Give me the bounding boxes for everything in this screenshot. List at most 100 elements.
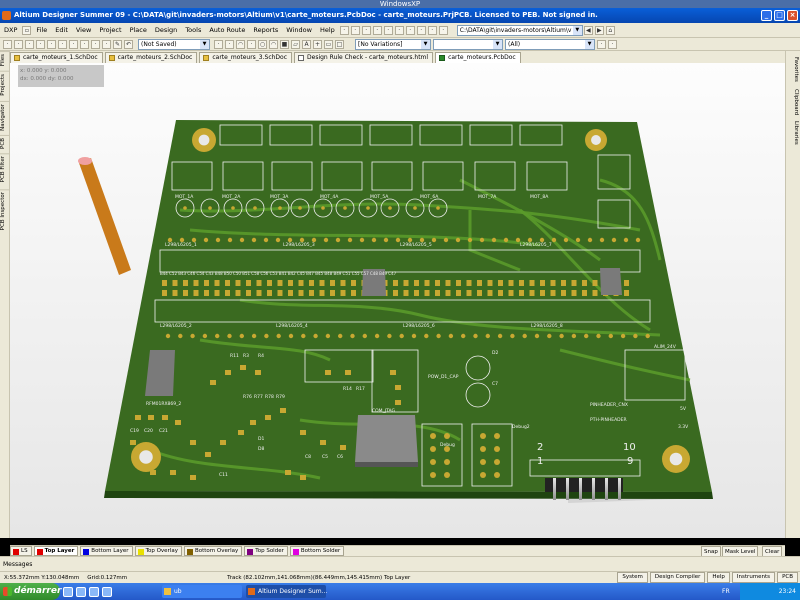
chevron-down-icon[interactable]: ▼: [585, 39, 594, 49]
panel-tab-libraries[interactable]: Libraries: [788, 119, 799, 147]
menu-reports[interactable]: Reports: [249, 23, 282, 38]
menu-tools[interactable]: Tools: [181, 23, 205, 38]
back-icon[interactable]: ◀: [583, 25, 593, 35]
status-pcb-button[interactable]: PCB: [777, 572, 798, 583]
doc-tab-drc[interactable]: Design Rule Check - carte_moteurs.html: [294, 52, 434, 63]
doc-tab-sch3[interactable]: carte_moteurs_3.SchDoc: [199, 52, 293, 63]
save-icon[interactable]: ·: [14, 39, 23, 49]
quicklaunch-desktop-icon[interactable]: [63, 586, 73, 597]
doc-tab-sch1[interactable]: carte_moteurs_1.SchDoc: [10, 52, 103, 63]
filter-combo-blank[interactable]: ▼: [433, 38, 503, 50]
pad-icon[interactable]: ·: [247, 39, 256, 49]
menu-help[interactable]: Help: [316, 23, 339, 38]
panel-tab-pcb-inspector[interactable]: PCB Inspector: [0, 189, 10, 233]
panel-tab-pcb[interactable]: PCB: [0, 135, 10, 151]
toolbar-button-icon[interactable]: ·: [394, 25, 404, 35]
arc-icon[interactable]: ◠: [236, 39, 245, 49]
status-design-compiler-button[interactable]: Design Compiler: [649, 572, 706, 583]
apply-filter-icon[interactable]: ·: [597, 39, 606, 49]
panel-tab-pcb-filter[interactable]: PCB Filter: [0, 153, 10, 185]
layer-tab-bottom-solder[interactable]: Bottom Solder: [289, 546, 345, 556]
menu-file[interactable]: File: [32, 23, 51, 38]
toolbar-button-icon[interactable]: ·: [416, 25, 426, 35]
chevron-down-icon[interactable]: ▼: [493, 39, 502, 49]
toolbar-button-icon[interactable]: ·: [350, 25, 360, 35]
menu-place[interactable]: Place: [126, 23, 151, 38]
messages-panel-tab[interactable]: Messages: [0, 556, 800, 571]
menu-edit[interactable]: Edit: [51, 23, 72, 38]
zoom-fit-icon[interactable]: ·: [47, 39, 56, 49]
quicklaunch-app-icon[interactable]: [102, 586, 112, 597]
home-icon[interactable]: ⌂: [605, 25, 615, 35]
layer-tab-ls[interactable]: LS: [10, 546, 32, 556]
layer-tab-top-overlay[interactable]: Top Overlay: [134, 546, 182, 556]
coordinate-icon[interactable]: +: [313, 39, 322, 49]
print-icon[interactable]: ·: [25, 39, 34, 49]
chevron-down-icon[interactable]: ▼: [572, 25, 582, 35]
toolbar-button-icon[interactable]: ·: [438, 25, 448, 35]
cut-icon[interactable]: ·: [58, 39, 67, 49]
copy-icon[interactable]: ·: [69, 39, 78, 49]
quicklaunch-app-icon[interactable]: [89, 586, 99, 597]
menu-dxp[interactable]: DXP: [0, 23, 21, 38]
fill-icon[interactable]: ■: [280, 39, 289, 49]
menu-auto-route[interactable]: Auto Route: [205, 23, 249, 38]
chevron-down-icon[interactable]: ▼: [421, 39, 430, 49]
layer-tab-bottom-overlay[interactable]: Bottom Overlay: [183, 546, 243, 556]
toolbar-button-icon[interactable]: ·: [361, 25, 371, 35]
route-icon[interactable]: ·: [214, 39, 223, 49]
toolbar-button-icon[interactable]: ·: [405, 25, 415, 35]
panel-tab-clipboard[interactable]: Clipboard: [788, 87, 799, 117]
task-altium[interactable]: Altium Designer Sum...: [246, 585, 327, 598]
panel-tab-navigator[interactable]: Navigator: [0, 101, 10, 133]
chevron-down-icon[interactable]: ▼: [200, 39, 209, 49]
menu-view[interactable]: View: [72, 23, 95, 38]
status-help-button[interactable]: Help: [707, 572, 730, 583]
saved-state-combo[interactable]: (Not Saved) ▼: [138, 38, 210, 50]
menu-design[interactable]: Design: [151, 23, 181, 38]
select-icon[interactable]: ·: [91, 39, 100, 49]
string-icon[interactable]: A: [302, 39, 311, 49]
menu-window[interactable]: Window: [282, 23, 316, 38]
arc-center-icon[interactable]: ◠: [269, 39, 278, 49]
polygon-icon[interactable]: ▱: [291, 39, 300, 49]
menu-project[interactable]: Project: [95, 23, 125, 38]
panel-tab-favorites[interactable]: Favorites: [788, 55, 799, 84]
paste-icon[interactable]: ·: [80, 39, 89, 49]
toolbar-button-icon[interactable]: ·: [372, 25, 382, 35]
panel-tab-files[interactable]: Files: [0, 51, 10, 69]
quicklaunch-browser-icon[interactable]: [76, 586, 86, 597]
doc-tab-sch2[interactable]: carte_moteurs_2.SchDoc: [104, 52, 198, 63]
toolbar-button-icon[interactable]: ·: [427, 25, 437, 35]
variations-combo[interactable]: [No Variations] ▼: [355, 38, 431, 50]
layer-tab-bottom-layer[interactable]: Bottom Layer: [80, 546, 133, 556]
open-icon[interactable]: ·: [3, 39, 12, 49]
status-system-button[interactable]: System: [617, 572, 648, 583]
path-combo[interactable]: C:\DATA\git\invaders-motors\Altium\v ▼: [456, 24, 583, 36]
language-indicator[interactable]: FR: [722, 583, 730, 600]
zoom-icon[interactable]: ·: [36, 39, 45, 49]
maximize-button[interactable]: □: [774, 10, 785, 21]
move-icon[interactable]: ·: [102, 39, 111, 49]
task-ub[interactable]: ub: [162, 585, 242, 598]
doc-tab-pcb[interactable]: carte_moteurs.PcbDoc: [435, 52, 521, 63]
start-button[interactable]: démarrer: [0, 583, 61, 600]
filter-combo[interactable]: (All) ▼: [505, 38, 595, 50]
forward-icon[interactable]: ▶: [594, 25, 604, 35]
toolbar-button-icon[interactable]: ·: [383, 25, 393, 35]
close-button[interactable]: ×: [787, 10, 798, 21]
pencil-icon[interactable]: ✎: [113, 39, 122, 49]
room-icon[interactable]: □: [335, 39, 344, 49]
panel-tab-projects[interactable]: Projects: [0, 71, 10, 98]
pcb-3d-canvas[interactable]: MOT_1A MOT_2A MOT_3A MOT_4A MOT_5A MOT_6…: [10, 63, 785, 538]
component-icon[interactable]: ▭: [324, 39, 333, 49]
undo-icon[interactable]: ↶: [124, 39, 133, 49]
status-instruments-button[interactable]: Instruments: [731, 572, 776, 583]
minimize-button[interactable]: _: [761, 10, 772, 21]
layer-tab-top-solder[interactable]: Top Solder: [244, 546, 288, 556]
via-icon[interactable]: ○: [258, 39, 267, 49]
clear-filter-icon[interactable]: ·: [608, 39, 617, 49]
toolbar-button-icon[interactable]: ·: [339, 25, 349, 35]
new-icon[interactable]: ▫: [22, 25, 32, 35]
layer-tab-top-layer[interactable]: Top Layer: [33, 546, 79, 556]
